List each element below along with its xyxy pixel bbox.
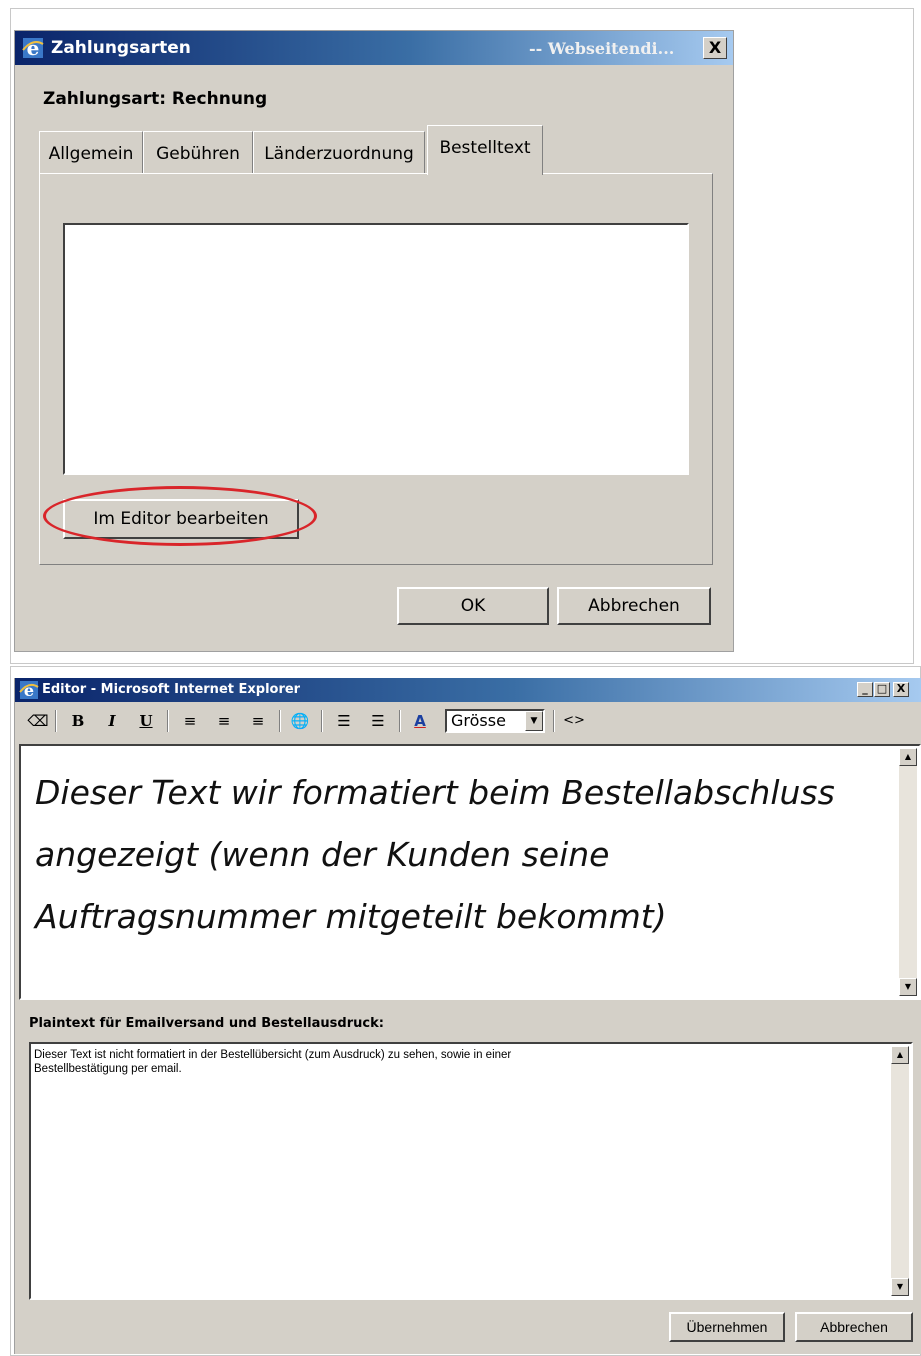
maximize-icon: □ bbox=[876, 682, 888, 695]
internet-explorer-icon: e bbox=[19, 681, 39, 700]
toolbar-separator bbox=[55, 710, 57, 732]
minimize-button[interactable]: _ bbox=[857, 682, 873, 697]
tab-laenderzuordnung[interactable]: Länderzuordnung bbox=[253, 131, 425, 173]
svg-text:e: e bbox=[24, 681, 34, 700]
tab-label: Länderzuordnung bbox=[264, 144, 414, 164]
toolbar-separator bbox=[553, 710, 555, 732]
cancel-label: Abbrechen bbox=[588, 596, 680, 616]
toolbar-separator bbox=[399, 710, 401, 732]
toolbar-separator bbox=[279, 710, 281, 732]
internet-explorer-icon: e bbox=[22, 36, 44, 60]
highlight-ellipse bbox=[43, 486, 317, 546]
editor-title: Editor - Microsoft Internet Explorer bbox=[42, 682, 301, 697]
dialog-title-suffix: -- Webseitendi... bbox=[529, 39, 675, 58]
close-button[interactable]: X bbox=[893, 682, 909, 697]
font-size-value: Grösse bbox=[451, 711, 506, 730]
italic-button[interactable]: I bbox=[101, 710, 123, 732]
tab-bestelltext[interactable]: Bestelltext bbox=[427, 125, 543, 175]
rich-text-content: Dieser Text wir formatiert beim Bestella… bbox=[35, 773, 835, 936]
payment-methods-dialog: e Zahlungsarten -- Webseitendi... X Zahl… bbox=[14, 30, 734, 652]
chevron-down-icon: ▼ bbox=[525, 711, 543, 731]
dialog-subtitle: Zahlungsart: Rechnung bbox=[43, 89, 268, 109]
editor-window: e Editor - Microsoft Internet Explorer _… bbox=[14, 678, 921, 1354]
eraser-icon[interactable]: ⌫ bbox=[27, 710, 49, 732]
font-size-select[interactable]: Grösse ▼ bbox=[445, 709, 545, 733]
align-right-icon[interactable]: ≡ bbox=[247, 710, 269, 732]
scroll-down-icon[interactable]: ▼ bbox=[891, 1278, 909, 1296]
cancel-label: Abbrechen bbox=[820, 1319, 888, 1335]
apply-button[interactable]: Übernehmen bbox=[669, 1312, 785, 1342]
scroll-up-icon[interactable]: ▲ bbox=[899, 748, 917, 766]
font-color-icon[interactable]: A bbox=[409, 710, 431, 732]
ok-button[interactable]: OK bbox=[397, 587, 549, 625]
tab-label: Allgemein bbox=[48, 144, 134, 164]
tab-allgemein[interactable]: Allgemein bbox=[39, 131, 143, 173]
editor-scrollbar[interactable]: ▲ ▼ bbox=[899, 748, 917, 996]
editor-toolbar: ⌫ B I U ≡ ≡ ≡ 🌐 ☰ ☰ A Grösse ▼ <> bbox=[15, 704, 921, 738]
close-icon: X bbox=[896, 682, 906, 695]
underline-button[interactable]: U bbox=[135, 710, 157, 732]
order-text-preview[interactable] bbox=[63, 223, 689, 475]
tab-label: Bestelltext bbox=[439, 138, 531, 158]
source-code-icon[interactable]: <> bbox=[563, 710, 585, 732]
toolbar-separator bbox=[167, 710, 169, 732]
close-icon: X bbox=[708, 38, 722, 57]
cancel-button[interactable]: Abbrechen bbox=[795, 1312, 913, 1342]
apply-label: Übernehmen bbox=[686, 1319, 768, 1335]
tab-label: Gebühren bbox=[156, 144, 240, 164]
dialog-title: Zahlungsarten bbox=[51, 38, 191, 58]
maximize-button[interactable]: □ bbox=[874, 682, 890, 697]
align-center-icon[interactable]: ≡ bbox=[213, 710, 235, 732]
plaintext-content: Dieser Text ist nicht formatiert in der … bbox=[34, 1049, 512, 1075]
svg-text:e: e bbox=[27, 36, 40, 60]
cancel-button[interactable]: Abbrechen bbox=[557, 587, 711, 625]
close-button[interactable]: X bbox=[703, 37, 727, 59]
scroll-down-icon[interactable]: ▼ bbox=[899, 978, 917, 996]
ok-label: OK bbox=[460, 596, 486, 616]
toolbar-separator bbox=[321, 710, 323, 732]
rich-text-editor[interactable]: Dieser Text wir formatiert beim Bestella… bbox=[19, 744, 921, 1000]
plaintext-scrollbar[interactable]: ▲ ▼ bbox=[891, 1046, 909, 1296]
scroll-up-icon[interactable]: ▲ bbox=[891, 1046, 909, 1064]
bold-button[interactable]: B bbox=[67, 710, 89, 732]
dialog-titlebar: e Zahlungsarten -- Webseitendi... X bbox=[15, 31, 733, 65]
plaintext-label: Plaintext für Emailversand und Bestellau… bbox=[29, 1016, 384, 1031]
tab-gebuehren[interactable]: Gebühren bbox=[143, 131, 253, 173]
ordered-list-icon[interactable]: ☰ bbox=[367, 710, 389, 732]
unordered-list-icon[interactable]: ☰ bbox=[333, 710, 355, 732]
align-left-icon[interactable]: ≡ bbox=[179, 710, 201, 732]
editor-titlebar: e Editor - Microsoft Internet Explorer _… bbox=[15, 678, 921, 702]
minimize-icon: _ bbox=[862, 682, 868, 695]
plaintext-textarea[interactable]: Dieser Text ist nicht formatiert in der … bbox=[29, 1042, 913, 1300]
link-globe-icon[interactable]: 🌐 bbox=[289, 710, 311, 732]
